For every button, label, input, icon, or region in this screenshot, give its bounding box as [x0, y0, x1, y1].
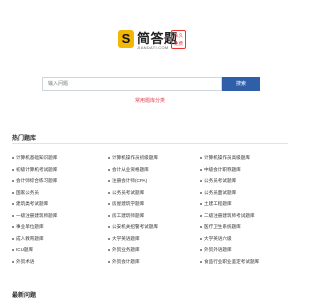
hot-category-label: 大学英语六级 [204, 235, 232, 241]
bullet-icon [200, 226, 202, 228]
bullet-icon [108, 237, 110, 240]
hot-category-label: 注册会计师(CPA) [112, 178, 148, 183]
bullet-icon [12, 226, 14, 228]
bullet-icon [200, 214, 202, 217]
free-badge: 永久免费 [171, 30, 186, 49]
hot-category-label: 房工建筑师题库 [112, 212, 145, 218]
bullet-icon [12, 180, 14, 182]
divider [12, 143, 288, 144]
logo-subname: JIANDATI.COM [137, 45, 169, 50]
hot-category-label: 建筑类考试题库 [16, 201, 49, 206]
bullet-icon [200, 249, 202, 251]
hot-category-label: 公务员考试题库 [204, 178, 237, 183]
hot-category-label: 二级注册建筑师考试题库 [204, 212, 255, 218]
hot-category-label: 食品行业职业鉴定考试题库 [204, 258, 260, 264]
hot-category-label: 国家公务员 [16, 189, 39, 195]
bullet-icon [12, 260, 14, 263]
hot-category-label: 初级计算机考试题库 [16, 166, 58, 172]
hot-category-label: 外贸会计题库 [112, 258, 140, 264]
logo-mark-icon: S [118, 30, 134, 48]
bullet-icon [12, 214, 14, 217]
hot-category-label: 计算机基础知识题库 [16, 155, 58, 160]
bullet-icon [200, 180, 202, 182]
search-hint-link[interactable]: 常用题库分类 [0, 97, 300, 104]
bullet-icon [12, 191, 14, 194]
hot-category-label: 会计师综合练习题库 [16, 178, 58, 183]
hot-category-label: 事业单位题库 [16, 224, 44, 229]
bullet-icon [108, 214, 110, 217]
hot-category-label: 公安机关招警考试题库 [112, 224, 158, 229]
bullet-icon [200, 260, 202, 263]
hot-category-label: 大学英语题库 [112, 235, 140, 241]
hot-category-label: 外贸业务题库 [112, 247, 140, 252]
hot-category-label: ICU题库 [16, 247, 34, 252]
bullet-icon [200, 157, 202, 159]
bullet-icon [200, 191, 202, 194]
bullet-icon [12, 203, 14, 205]
bullet-icon [108, 226, 110, 228]
hot-category-label: 房屋建筑学题库 [112, 201, 145, 206]
hot-category-label: 公务员考试题库 [112, 189, 145, 195]
bullet-icon [108, 249, 110, 251]
bullet-icon [12, 237, 14, 240]
hot-category-label: 中级会计职称题库 [204, 166, 241, 172]
hot-category-label: 一级注册建筑师题库 [16, 212, 58, 218]
hot-section-title: 热门题库 [12, 136, 37, 142]
bullet-icon [12, 249, 14, 251]
bullet-icon [108, 180, 110, 182]
bullet-icon [108, 260, 110, 263]
search-bar: 搜索 [42, 77, 260, 91]
bullet-icon [108, 203, 110, 205]
latest-section-title: 最新问题 [12, 293, 37, 299]
hot-category-label: 公务员面试题库 [204, 189, 237, 195]
bullet-icon [12, 157, 14, 159]
site-logo[interactable]: S 简答题 JIANDATI.COM 永久免费 [118, 26, 186, 60]
hot-category-label: 外贸术语 [16, 258, 35, 264]
hot-category-label: 成人教育题库 [16, 235, 44, 241]
bullet-icon [200, 237, 202, 240]
bullet-icon [200, 203, 202, 205]
bullet-icon [108, 157, 110, 159]
search-input[interactable] [42, 77, 222, 91]
hot-category-label: 会计从业资格题库 [112, 166, 149, 172]
search-button[interactable]: 搜索 [222, 77, 260, 91]
bullet-icon [108, 168, 110, 171]
bullet-icon [108, 191, 110, 194]
hot-category-label: 计算机操作员高级题库 [204, 155, 250, 160]
hot-category-label: 医疗卫生系统题库 [204, 224, 241, 229]
bullet-icon [200, 168, 202, 171]
hot-category-label: 计算机操作员初级题库 [112, 155, 158, 160]
hot-category-label: 土建工程题库 [204, 201, 232, 206]
hot-category-label: 外贸外语题库 [204, 247, 232, 252]
bullet-icon [12, 168, 14, 171]
